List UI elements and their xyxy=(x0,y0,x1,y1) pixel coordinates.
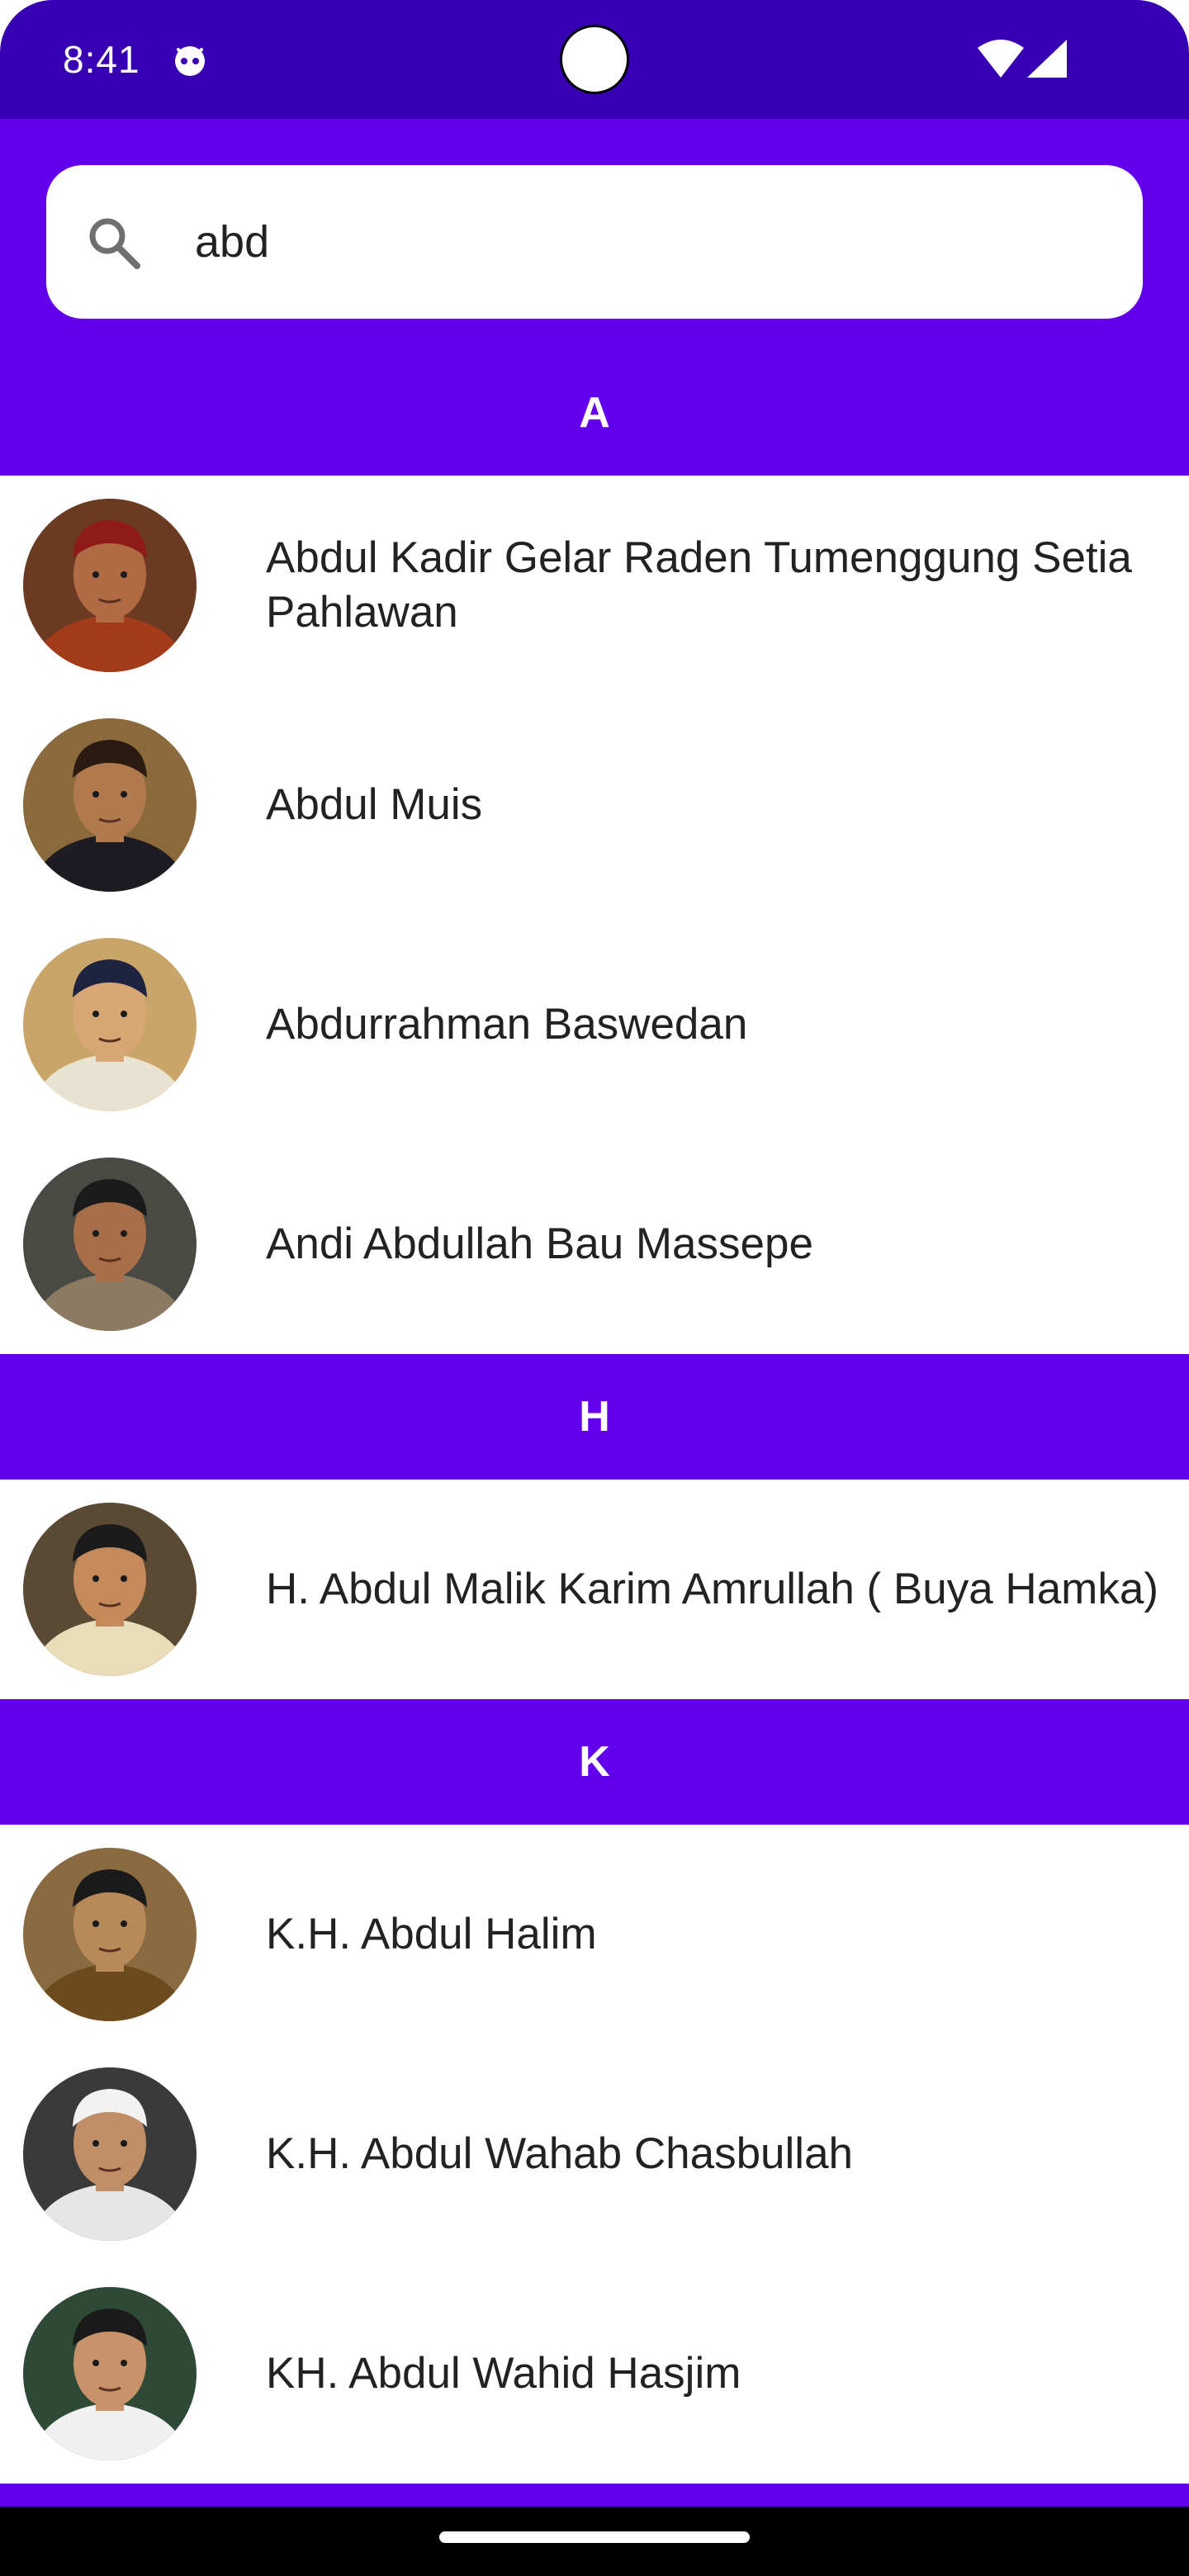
hero-name: H. Abdul Malik Karim Amrullah ( Buya Ham… xyxy=(266,1565,1158,1613)
list-item[interactable]: KH. Abdul Wahid Hasjim xyxy=(0,2264,1189,2484)
avatar xyxy=(23,2287,197,2460)
home-gesture-handle[interactable] xyxy=(439,2531,750,2543)
hero-name: K.H. Abdul Wahab Chasbullah xyxy=(266,2129,854,2178)
avatar xyxy=(23,1848,197,2021)
hero-name: Abdul Muis xyxy=(266,780,483,829)
app-screen: 8:41 A Abdul Kadir Gelar Raden Tumenggung… xyxy=(0,0,1189,2576)
search-input[interactable] xyxy=(195,198,1103,286)
list-item[interactable]: H. Abdul Malik Karim Amrullah ( Buya Ham… xyxy=(0,1480,1189,1699)
avatar xyxy=(23,938,197,1111)
list-item[interactable]: Abdul Muis xyxy=(0,695,1189,915)
search-icon[interactable] xyxy=(84,213,144,272)
hero-name: Andi Abdullah Bau Massepe xyxy=(266,1219,813,1268)
status-bar: 8:41 xyxy=(0,0,1189,119)
hero-name: Abdurrahman Baswedan xyxy=(266,1000,748,1049)
section-header-h: H xyxy=(0,1354,1189,1480)
hero-name: K.H. Abdul Halim xyxy=(266,1910,597,1958)
list-item[interactable]: Abdul Kadir Gelar Raden Tumenggung Setia… xyxy=(0,476,1189,695)
hero-list[interactable]: A Abdul Kadir Gelar Raden Tumenggung Seti… xyxy=(0,350,1189,2576)
list-item[interactable]: Abdurrahman Baswedan xyxy=(0,915,1189,1134)
avatar xyxy=(23,2067,197,2241)
cell-signal-icon xyxy=(1027,40,1067,78)
avatar xyxy=(23,718,197,892)
avatar xyxy=(23,499,197,672)
navigation-bar xyxy=(0,2507,1189,2576)
android-face-icon xyxy=(175,46,205,76)
list-item[interactable]: Andi Abdullah Bau Massepe xyxy=(0,1134,1189,1354)
list-item[interactable]: K.H. Abdul Halim xyxy=(0,1825,1189,2044)
avatar xyxy=(23,1503,197,1676)
hero-name: Abdul Kadir Gelar Raden Tumenggung Setia… xyxy=(266,533,1132,637)
wifi-icon xyxy=(978,40,1024,78)
camera-cutout xyxy=(560,25,629,94)
status-time: 8:41 xyxy=(63,38,140,81)
section-header-a: A xyxy=(0,350,1189,476)
avatar xyxy=(23,1158,197,1331)
search-header xyxy=(0,119,1189,350)
list-item[interactable]: K.H. Abdul Wahab Chasbullah xyxy=(0,2044,1189,2264)
search-bar[interactable] xyxy=(46,165,1143,319)
hero-name: KH. Abdul Wahid Hasjim xyxy=(266,2349,741,2398)
section-header-k: K xyxy=(0,1699,1189,1825)
